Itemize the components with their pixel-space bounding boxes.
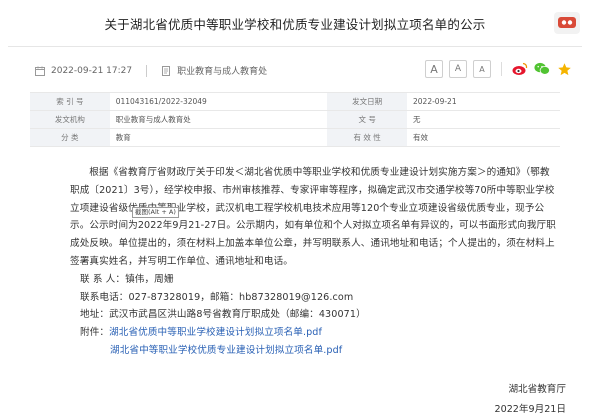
date-issued-value: 2022-09-21 xyxy=(407,92,560,111)
attachment-line: 附件：湖北省优质中等职业学校建设计划拟立项名单.pdf xyxy=(70,324,558,342)
screenshot-tooltip: 截图(Alt + A) xyxy=(132,207,179,218)
signature-date: 2022年9月21日 xyxy=(494,404,566,415)
signature-org: 湖北省教育厅 xyxy=(508,384,566,395)
publishing-department: 职业教育与成人教育处 xyxy=(177,67,268,77)
validity-label: 有 效 性 xyxy=(327,128,407,147)
title-divider xyxy=(8,46,582,47)
calendar-icon xyxy=(35,66,45,76)
meta-tools: A A A xyxy=(425,60,572,78)
attachment-label: 附件： xyxy=(80,327,110,339)
font-size-large-button[interactable]: A xyxy=(425,60,443,78)
document-icon xyxy=(161,65,171,76)
meta-row: 2022-09-21 17:27 职业教育与成人教育处 A A A xyxy=(0,56,590,86)
tools-divider xyxy=(501,62,502,76)
meta-left: 2022-09-21 17:27 职业教育与成人教育处 xyxy=(35,64,267,77)
index-no-label: 索 引 号 xyxy=(30,92,110,111)
issuer-label: 发文机构 xyxy=(30,110,110,129)
share-bubble-icon[interactable] xyxy=(554,12,580,34)
info-row: 索 引 号 011043161/2022-32049 发文日期 2022-09-… xyxy=(30,92,560,111)
wechat-icon[interactable] xyxy=(534,61,550,77)
category-value: 教育 xyxy=(109,128,328,147)
font-size-small-button[interactable]: A xyxy=(473,60,491,78)
contact-line: 联 系 人：镇伟，周姗 xyxy=(80,273,174,285)
meta-divider xyxy=(146,64,148,77)
address-line: 地址：武汉市武昌区洪山路8号省教育厅职成处（邮编：430071） xyxy=(80,309,366,321)
doc-no-label: 文 号 xyxy=(327,110,407,129)
publish-date: 2022-09-21 17:27 xyxy=(51,65,133,76)
star-icon[interactable] xyxy=(556,61,572,77)
font-size-medium-button[interactable]: A xyxy=(449,60,467,78)
issuer-value: 职业教育与成人教育处 xyxy=(109,110,328,129)
date-issued-label: 发文日期 xyxy=(327,92,407,111)
info-row: 发文机构 职业教育与成人教育处 文 号 无 xyxy=(30,110,560,129)
doc-no-value: 无 xyxy=(407,110,560,129)
validity-value: 有效 xyxy=(407,128,560,147)
index-no-value: 011043161/2022-32049 xyxy=(109,92,328,111)
weibo-icon[interactable] xyxy=(512,61,528,77)
page: 关于湖北省优质中等职业学校和优质专业建设计划拟立项名单的公示 2022-09-2… xyxy=(0,0,590,415)
category-label: 分 类 xyxy=(30,128,110,147)
attachment-line-2: 湖北省中等职业学校优质专业建设计划拟立项名单.pdf xyxy=(70,342,558,360)
attachment-link-1[interactable]: 湖北省优质中等职业学校建设计划拟立项名单.pdf xyxy=(109,327,322,338)
attachment-link-2[interactable]: 湖北省中等职业学校优质专业建设计划拟立项名单.pdf xyxy=(110,345,342,356)
article-body: 根据《省教育厅省财政厅关于印发＜湖北省优质中等职业学校和优质专业建设计划实施方案… xyxy=(70,164,558,360)
document-info-table: 索 引 号 011043161/2022-32049 发文日期 2022-09-… xyxy=(30,92,560,147)
phone-email-line: 联系电话：027-87328019，邮箱：hb87328019@126.com xyxy=(80,291,354,303)
info-row: 分 类 教育 有 效 性 有效 xyxy=(30,128,560,147)
page-title: 关于湖北省优质中等职业学校和优质专业建设计划拟立项名单的公示 xyxy=(104,17,486,32)
